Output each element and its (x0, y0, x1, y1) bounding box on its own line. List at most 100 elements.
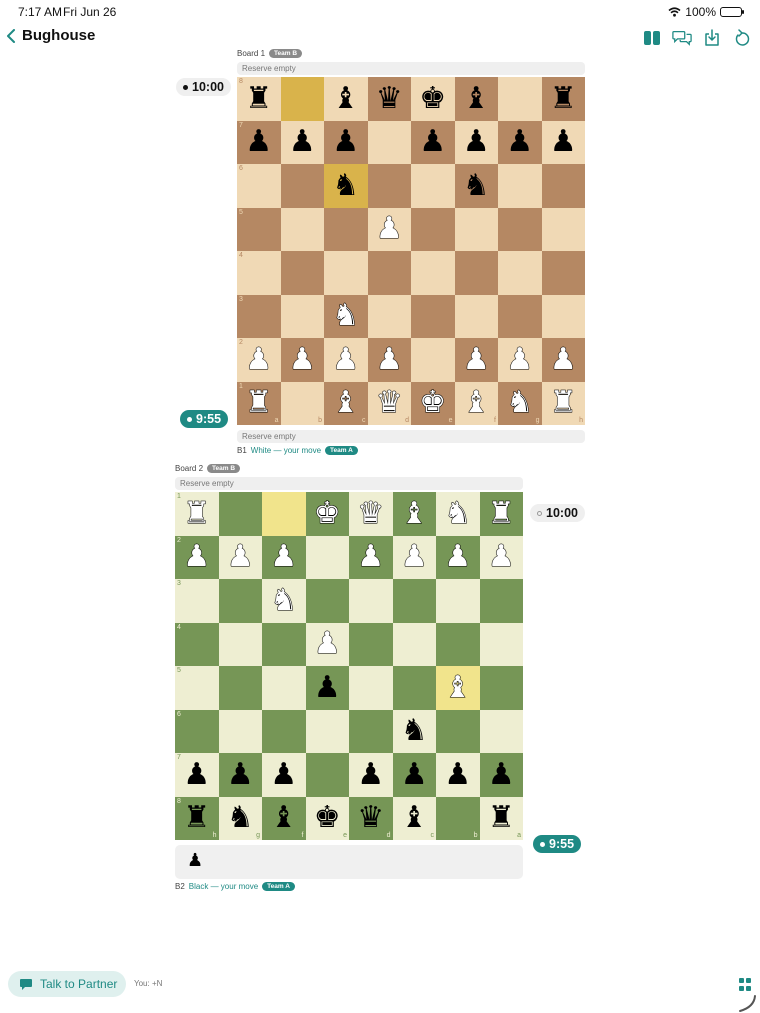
board1-square[interactable]: 7 ♟ (237, 120, 281, 164)
black-pawn[interactable]: ♟ (289, 127, 316, 157)
board2-square[interactable]: ♝ (392, 492, 436, 536)
black-bishop[interactable]: ♝ (463, 83, 490, 114)
board2-square[interactable] (392, 666, 436, 710)
board1-square[interactable]: ♟ (541, 120, 585, 164)
black-pawn[interactable]: ♟ (401, 759, 428, 790)
board1-square[interactable] (367, 164, 411, 208)
white-pawn[interactable]: ♟ (332, 344, 360, 375)
board2-square[interactable]: ♟ (436, 753, 480, 797)
board2-square[interactable] (218, 492, 262, 536)
board2-square[interactable] (305, 753, 349, 797)
board1-square[interactable]: ♟ (454, 338, 498, 382)
white-pawn[interactable]: ♟ (375, 344, 403, 375)
white-pawn[interactable]: ♟ (313, 628, 341, 659)
board1-square[interactable] (411, 251, 455, 295)
board2-square[interactable] (305, 709, 349, 753)
white-pawn[interactable]: ♟ (444, 541, 472, 572)
split-view-button[interactable] (642, 28, 662, 48)
black-knight[interactable]: ♞ (401, 716, 428, 746)
board1-square[interactable]: ♞ (324, 164, 368, 208)
board1-square[interactable]: 1 a ♜ (237, 381, 281, 425)
black-pawn[interactable]: ♟ (419, 127, 446, 157)
white-pawn[interactable]: ♟ (375, 213, 403, 244)
board2-square[interactable] (479, 666, 523, 710)
white-queen[interactable]: ♛ (375, 387, 403, 418)
black-bishop[interactable]: ♝ (270, 803, 297, 833)
board2-square[interactable] (479, 579, 523, 623)
board2-square[interactable] (218, 709, 262, 753)
board1-square[interactable] (541, 251, 585, 295)
reserve-black-pawn[interactable]: ♟ (187, 852, 203, 870)
board2-square[interactable]: ♞ (262, 579, 306, 623)
white-pawn[interactable]: ♟ (549, 344, 577, 375)
board1-square[interactable]: ♛ (367, 77, 411, 121)
board1-square[interactable]: ♟ (280, 338, 324, 382)
board2-square[interactable] (218, 622, 262, 666)
board2-square[interactable]: f ♝ (262, 796, 306, 840)
black-queen[interactable]: ♛ (357, 803, 384, 833)
board1-square[interactable]: ♜ (541, 77, 585, 121)
board1-square[interactable] (367, 251, 411, 295)
board1-square[interactable] (411, 207, 455, 251)
board2-square[interactable] (349, 666, 393, 710)
white-pawn[interactable]: ♟ (357, 541, 385, 572)
board1-square[interactable]: b (280, 381, 324, 425)
black-pawn[interactable]: ♟ (314, 672, 341, 703)
board1-square[interactable]: ♝ (324, 77, 368, 121)
black-rook[interactable]: ♜ (183, 803, 210, 833)
undo-button[interactable] (732, 28, 752, 48)
board1-square[interactable] (280, 164, 324, 208)
white-knight[interactable]: ♞ (270, 585, 298, 616)
board1-square[interactable]: ♚ (411, 77, 455, 121)
board2-square[interactable] (479, 709, 523, 753)
board1-square[interactable] (498, 207, 542, 251)
board1-square[interactable]: h ♜ (541, 381, 585, 425)
board1-square[interactable] (280, 294, 324, 338)
board1-square[interactable] (280, 207, 324, 251)
board2-square[interactable] (436, 579, 480, 623)
white-pawn[interactable]: ♟ (462, 344, 490, 375)
board1-square[interactable] (454, 294, 498, 338)
black-pawn[interactable]: ♟ (463, 127, 490, 157)
board2-square[interactable]: ♟ (262, 535, 306, 579)
board2-square[interactable]: ♟ (392, 753, 436, 797)
board1-square[interactable]: 4 (237, 251, 281, 295)
board2-square[interactable]: 3 (175, 579, 219, 623)
white-knight[interactable]: ♞ (332, 300, 360, 331)
board2-square[interactable]: ♟ (262, 753, 306, 797)
board1-square[interactable]: c ♝ (324, 381, 368, 425)
black-pawn[interactable]: ♟ (506, 127, 533, 157)
white-rook[interactable]: ♜ (183, 498, 211, 529)
board1-square[interactable]: ♟ (498, 338, 542, 382)
board2-square[interactable] (262, 666, 306, 710)
board2-square[interactable] (262, 622, 306, 666)
board1-square[interactable]: d ♛ (367, 381, 411, 425)
black-rook[interactable]: ♜ (245, 83, 272, 114)
board2-square[interactable]: ♛ (349, 492, 393, 536)
white-pawn[interactable]: ♟ (183, 541, 211, 572)
board1-square[interactable]: ♟ (411, 120, 455, 164)
board1-square[interactable]: ♟ (280, 120, 324, 164)
board1-square[interactable]: 3 (237, 294, 281, 338)
board2-square[interactable] (262, 709, 306, 753)
resize-handle[interactable] (737, 993, 757, 1013)
black-pawn[interactable]: ♟ (550, 127, 577, 157)
board2-square[interactable]: ♟ (305, 622, 349, 666)
board2-square[interactable]: 8 h ♜ (175, 796, 219, 840)
board1-square[interactable] (454, 207, 498, 251)
white-bishop[interactable]: ♝ (400, 498, 428, 529)
board2-square[interactable]: ♜ (479, 492, 523, 536)
download-button[interactable] (702, 28, 722, 48)
board2-square[interactable] (436, 622, 480, 666)
white-knight[interactable]: ♞ (444, 498, 472, 529)
board2-square[interactable]: ♞ (392, 709, 436, 753)
white-knight[interactable]: ♞ (506, 387, 534, 418)
board2-square[interactable]: ♞ (436, 492, 480, 536)
board2-square[interactable]: 2 ♟ (175, 535, 219, 579)
board1-square[interactable] (498, 164, 542, 208)
board1-square[interactable] (367, 120, 411, 164)
board1-square[interactable] (324, 207, 368, 251)
black-knight[interactable]: ♞ (227, 803, 254, 833)
board2-square[interactable]: ♟ (305, 666, 349, 710)
black-bishop[interactable]: ♝ (332, 83, 359, 114)
